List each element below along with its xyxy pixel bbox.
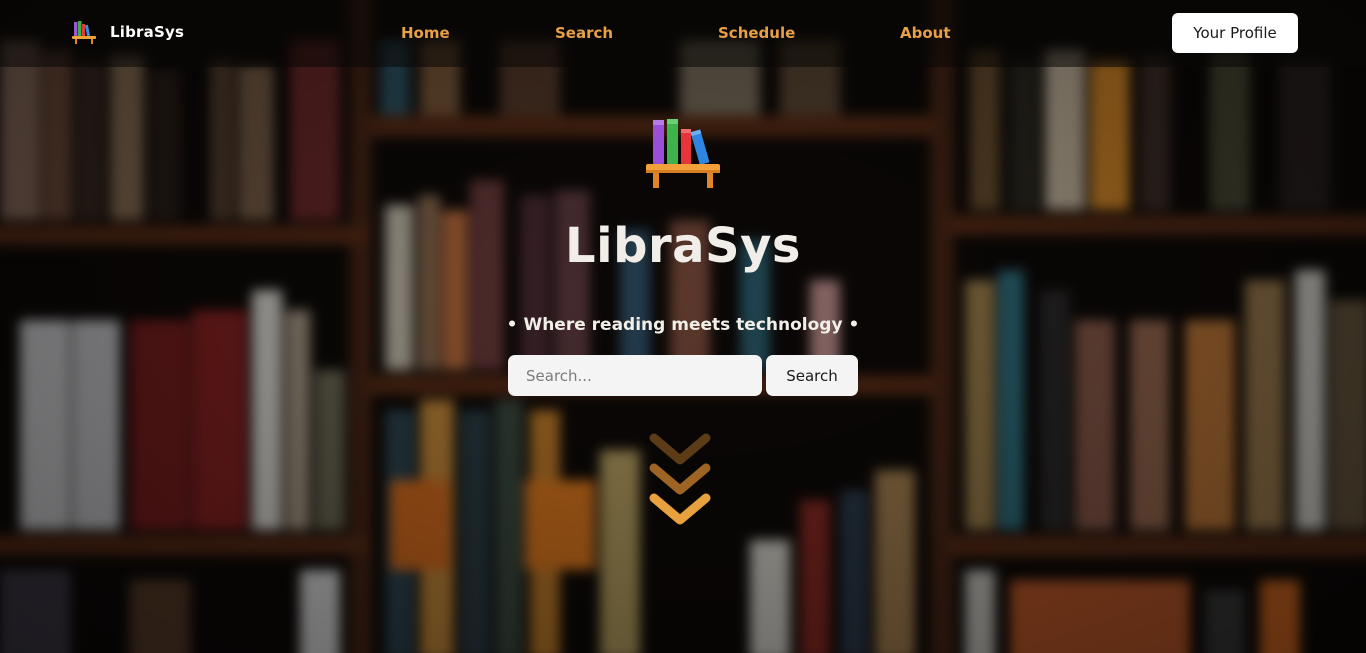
brand[interactable]: LibraSys: [71, 19, 184, 45]
brand-name: LibraSys: [110, 23, 185, 41]
nav-link-home[interactable]: Home: [401, 24, 450, 42]
navbar: LibraSys Home Search Schedule About Your…: [0, 0, 1366, 67]
search-input[interactable]: [508, 355, 762, 396]
page: LibraSys Home Search Schedule About Your…: [0, 0, 1366, 653]
nav-link-search[interactable]: Search: [555, 24, 613, 42]
nav-link-schedule[interactable]: Schedule: [718, 24, 795, 42]
tagline: • Where reading meets technology •: [506, 315, 860, 335]
nav-link-about[interactable]: About: [900, 24, 951, 42]
bookshelf-icon: [72, 21, 96, 44]
search-button[interactable]: Search: [766, 355, 858, 396]
your-profile-button[interactable]: Your Profile: [1172, 13, 1298, 53]
chevrons-down-icon[interactable]: [647, 432, 713, 532]
hero-title: LibraSys: [565, 218, 801, 274]
bookshelf-icon: [646, 119, 720, 188]
